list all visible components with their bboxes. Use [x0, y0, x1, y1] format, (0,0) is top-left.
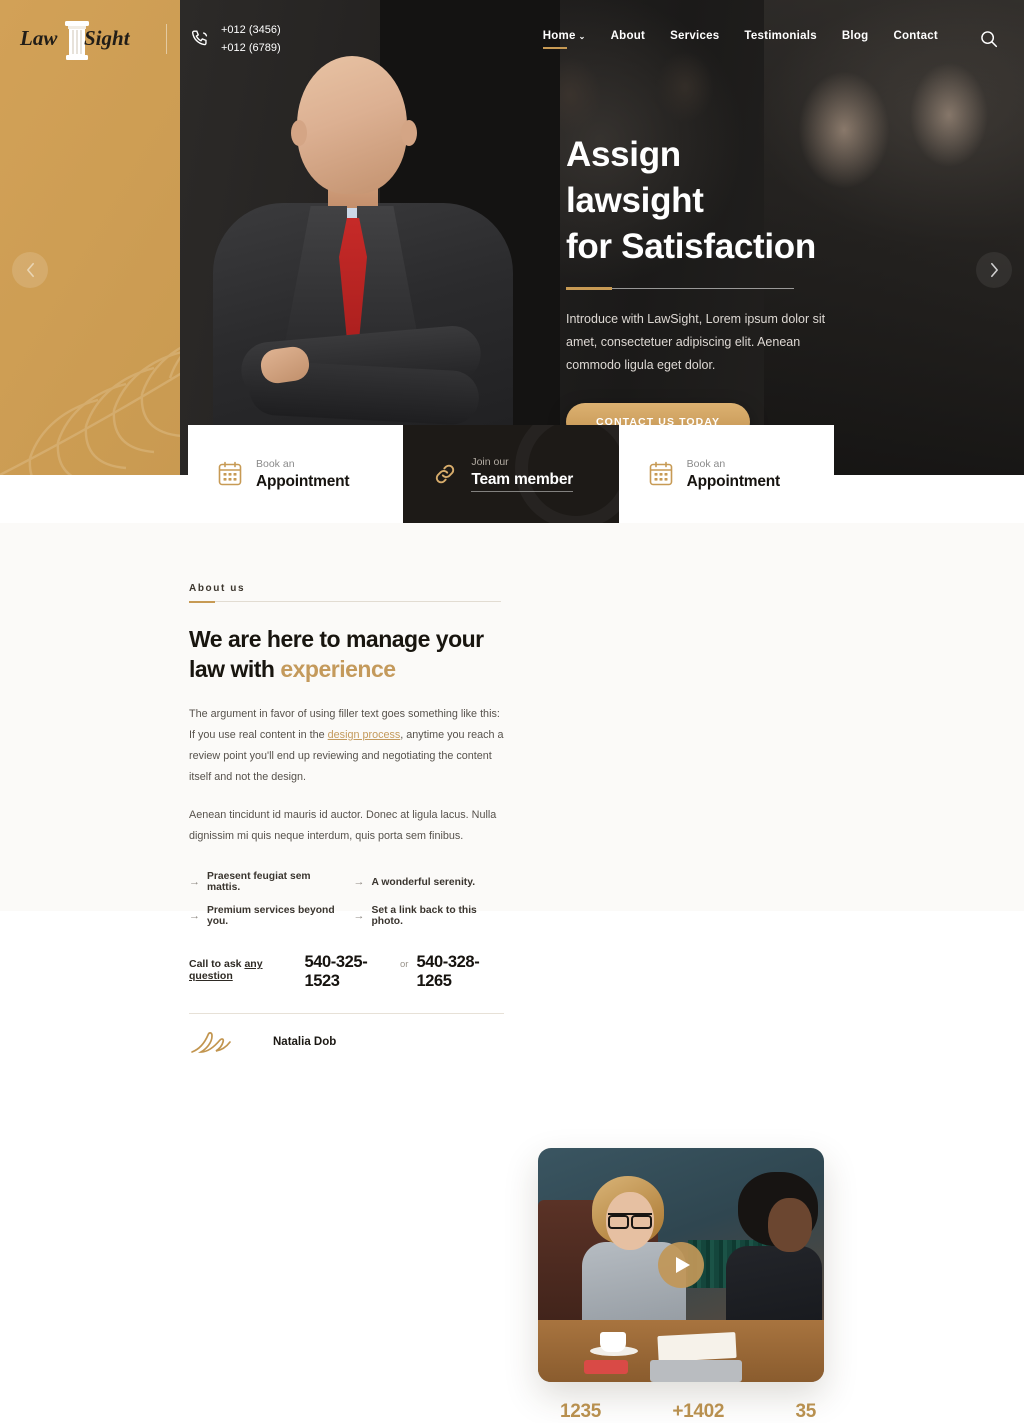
about-stats-row: 1235 +1402 35 — [538, 1401, 838, 1423]
header-divider — [166, 24, 167, 54]
header-phone-block[interactable]: +012 (3456) +012 (6789) — [189, 21, 281, 57]
stat-value-1: 1235 — [560, 1401, 602, 1422]
signature-name: Natalia Dob — [273, 1036, 337, 1048]
search-icon[interactable] — [978, 28, 1000, 50]
about-signature-row: Natalia Dob — [189, 1013, 504, 1056]
list-item: → Set a link back to this photo. — [353, 905, 477, 927]
about-heading-highlight: experience — [280, 656, 396, 683]
cta-phone-1[interactable]: 540-325-1523 — [304, 953, 392, 991]
arrow-right-icon: → — [189, 876, 200, 888]
phone-number-2: +012 (6789) — [221, 42, 281, 54]
card-book-appointment-2[interactable]: Book an Appointment — [618, 425, 834, 523]
arrow-right-icon: → — [353, 876, 365, 888]
hero-heading-line3: for Satisfaction — [566, 227, 816, 267]
main-navigation: Home ⌄ About Services Testimonials Blog C… — [542, 30, 938, 49]
hero-paragraph: Introduce with LawSight, Lorem ipsum dol… — [566, 311, 826, 372]
hero-divider — [566, 286, 896, 290]
arrow-right-icon: → — [353, 910, 365, 922]
hero-heading-line2: lawsight — [566, 181, 704, 221]
card-join-team-member[interactable]: Join our Team member — [403, 425, 619, 523]
stat-value-3: 35 — [795, 1401, 816, 1422]
phone-icon — [189, 28, 211, 50]
feature-cards: Book an Appointment Join our Team member — [188, 425, 834, 523]
play-icon[interactable] — [658, 1242, 704, 1288]
calendar-icon — [218, 461, 242, 487]
about-call-cta: Call to ask any question 540-325-1523 or… — [189, 953, 504, 991]
phone-number-1: +012 (3456) — [221, 23, 281, 36]
card-title: Appointment — [256, 472, 350, 490]
logo-text-sight: Sight — [84, 26, 130, 50]
carousel-prev-button[interactable] — [12, 252, 48, 288]
video-person-right — [726, 1172, 822, 1350]
about-paragraph-2: Aenean tincidunt id mauris id auctor. Do… — [189, 808, 497, 842]
arrow-right-icon: → — [189, 910, 200, 922]
calendar-icon — [649, 461, 673, 487]
about-text-column: About us We are here to manage your law … — [189, 583, 504, 1056]
logo-text-law: Law — [20, 26, 58, 50]
lawyer-photo — [205, 48, 535, 453]
nav-item-contact[interactable]: Contact — [893, 30, 938, 49]
nav-item-testimonials[interactable]: Testimonials — [744, 30, 816, 49]
hero-heading: Assign lawsight for Satisfaction — [566, 132, 896, 271]
about-heading: We are here to manage your law with expe… — [189, 624, 504, 685]
top-navigation-bar: Law Sight +012 (3456) +012 (6789) Home ⌄… — [0, 0, 1024, 78]
card-subtitle: Join our — [471, 456, 509, 468]
nav-item-about[interactable]: About — [611, 30, 645, 49]
about-eyebrow: About us — [189, 583, 246, 594]
nav-item-blog[interactable]: Blog — [842, 30, 869, 49]
hero-heading-line1: Assign — [566, 135, 681, 174]
about-paragraph-1: The argument in favor of using filler te… — [189, 704, 504, 788]
card-subtitle: Book an — [256, 457, 295, 470]
about-eyebrow-rule — [189, 601, 501, 603]
about-video-card[interactable] — [538, 1148, 824, 1382]
hero-section: Law Sight +012 (3456) +012 (6789) Home ⌄… — [0, 0, 1024, 475]
card-book-appointment-1[interactable]: Book an Appointment — [188, 425, 404, 523]
design-process-link[interactable]: design process — [328, 729, 401, 741]
about-section: About us We are here to manage your law … — [0, 523, 1024, 1422]
cta-label: Call to ask any question — [189, 958, 263, 982]
carousel-next-button[interactable] — [976, 252, 1012, 288]
link-icon — [433, 461, 457, 487]
chevron-down-icon: ⌄ — [578, 31, 586, 41]
card-subtitle: Book an — [686, 457, 726, 470]
about-bullet-list: → Praesent feugiat sem mattis. → A wonderf… — [189, 871, 504, 927]
site-logo[interactable]: Law Sight — [18, 17, 138, 61]
list-item: → A wonderful serenity. — [353, 876, 476, 888]
nav-item-services[interactable]: Services — [670, 30, 719, 49]
cta-phone-2[interactable]: 540-328-1265 — [416, 953, 504, 991]
nav-item-home[interactable]: Home ⌄ — [542, 30, 586, 49]
hero-content: Assign lawsight for Satisfaction Introdu… — [566, 132, 896, 441]
card-title: Appointment — [686, 472, 781, 490]
list-item: → Premium services beyond you. — [189, 905, 335, 927]
cta-or-separator: or — [399, 959, 409, 970]
stat-value-2: +1402 — [672, 1401, 725, 1422]
card-title: Team member — [471, 471, 573, 492]
list-item: → Praesent feugiat sem mattis. — [189, 871, 311, 893]
signature-icon — [189, 1028, 251, 1056]
